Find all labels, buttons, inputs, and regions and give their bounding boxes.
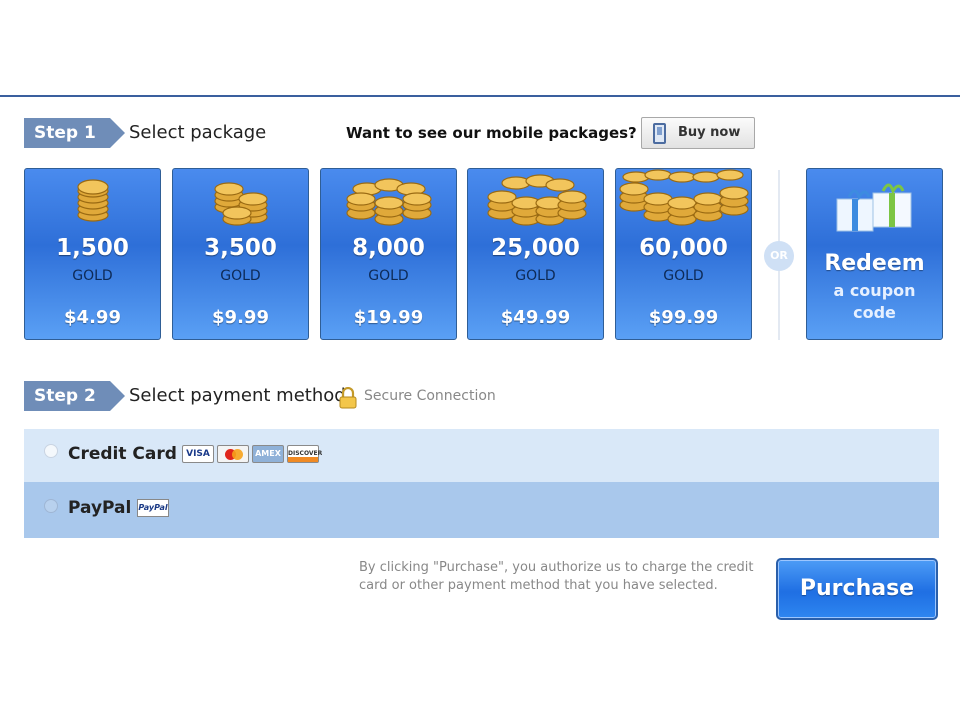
package-unit: GOLD — [515, 268, 556, 284]
step-2-arrow — [110, 381, 125, 411]
step-2-title: Select payment method — [129, 385, 346, 406]
package-amount: 1,500 — [56, 235, 129, 261]
gift-boxes-icon — [836, 183, 912, 232]
discover-logo-icon: DISCOVER — [287, 445, 322, 463]
mastercard-logo-icon — [217, 445, 249, 463]
gold-coins-icon — [619, 169, 749, 226]
package-card-3500[interactable]: 3,500 GOLD $9.99 — [172, 168, 309, 340]
credit-card-label: Credit Card — [68, 444, 177, 464]
step-1-arrow — [110, 118, 125, 148]
mobile-packages-question: Want to see our mobile packages? — [346, 124, 637, 142]
or-badge: OR — [764, 241, 794, 271]
padlock-icon — [339, 387, 357, 409]
payment-option-paypal[interactable]: PayPal PayPal — [24, 482, 939, 538]
package-card-25000[interactable]: 25,000 GOLD $49.99 — [467, 168, 604, 340]
redeem-subtitle-line-2: code — [853, 303, 896, 322]
package-unit: GOLD — [368, 268, 409, 284]
package-price: $19.99 — [353, 307, 424, 328]
package-amount: 60,000 — [639, 235, 728, 261]
package-amount: 25,000 — [491, 235, 580, 261]
paypal-label: PayPal — [68, 498, 132, 518]
package-price: $49.99 — [500, 307, 571, 328]
paypal-radio[interactable] — [44, 499, 58, 513]
gold-coins-icon — [487, 174, 587, 226]
gold-coins-icon — [346, 178, 432, 226]
mobile-phone-icon — [653, 123, 666, 144]
redeem-title: Redeem — [824, 251, 925, 276]
payment-option-credit-card[interactable]: Credit Card VISA AMEX DISCOVER — [24, 429, 939, 482]
redeem-coupon-card[interactable]: Redeem a coupon code — [806, 168, 943, 340]
package-card-8000[interactable]: 8,000 GOLD $19.99 — [320, 168, 457, 340]
package-unit: GOLD — [72, 268, 113, 284]
package-amount: 8,000 — [352, 235, 425, 261]
visa-logo-icon: VISA — [182, 445, 214, 463]
paypal-logo-icon: PayPal — [137, 499, 169, 517]
package-unit: GOLD — [663, 268, 704, 284]
package-price: $4.99 — [64, 307, 121, 328]
amex-logo-icon: AMEX — [252, 445, 284, 463]
redeem-subtitle: a coupon code — [807, 280, 942, 324]
credit-card-radio[interactable] — [44, 444, 58, 458]
buy-now-label: Buy now — [678, 125, 741, 140]
package-unit: GOLD — [220, 268, 261, 284]
package-price: $99.99 — [648, 307, 719, 328]
redeem-subtitle-line-1: a coupon — [833, 281, 916, 300]
package-price: $9.99 — [212, 307, 269, 328]
step-1-title: Select package — [129, 122, 267, 143]
purchase-button[interactable]: Purchase — [776, 558, 938, 620]
buy-now-button[interactable]: Buy now — [641, 117, 755, 149]
secure-connection-label: Secure Connection — [364, 388, 496, 404]
purchase-disclaimer: By clicking "Purchase", you authorize us… — [359, 560, 754, 593]
gold-coins-icon — [214, 182, 268, 226]
package-card-1500[interactable]: 1,500 GOLD $4.99 — [24, 168, 161, 340]
package-card-60000[interactable]: 60,000 GOLD $99.99 — [615, 168, 752, 340]
step-2-label: Step 2 — [24, 381, 110, 411]
step-1-label: Step 1 — [24, 118, 110, 148]
gold-coins-icon — [77, 179, 109, 222]
package-amount: 3,500 — [204, 235, 277, 261]
top-divider — [0, 95, 960, 97]
